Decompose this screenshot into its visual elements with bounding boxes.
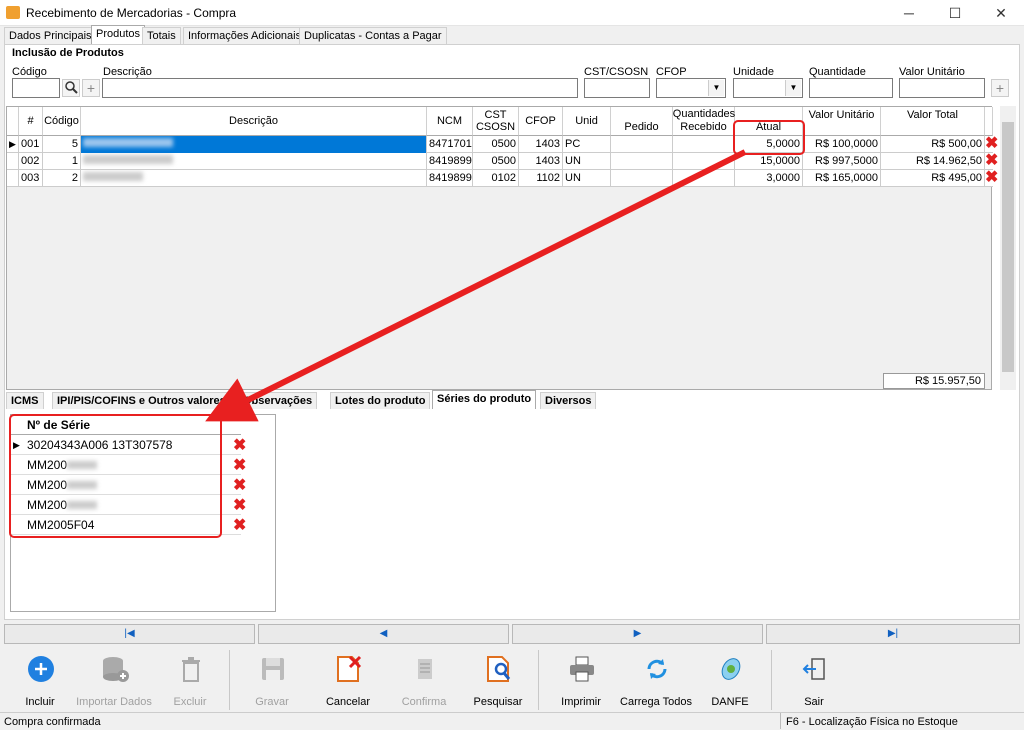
danfe-icon [721,658,741,680]
carrega-todos-button[interactable]: Carrega Todos [618,646,694,712]
cancelar-button[interactable]: Cancelar [310,646,386,712]
trash-icon [182,657,200,682]
toolbar: Incluir Importar Dados Excluir Gravar Ca… [0,646,1024,712]
search-document-icon [487,656,511,682]
printer-icon [570,656,594,682]
first-record-button[interactable]: |◀ [4,624,255,644]
imprimir-button[interactable]: Imprimir [543,646,619,712]
cancel-document-icon [337,655,362,682]
next-record-button[interactable]: ▶ [512,624,763,644]
excluir-button: Excluir [152,646,228,712]
sair-button[interactable]: Sair [776,646,852,712]
confirm-document-icon [418,659,432,679]
refresh-icon [647,659,667,679]
importar-dados-button: Importar Dados [76,646,152,712]
arrow-annotation [205,149,747,422]
confirma-button: Confirma [386,646,462,712]
status-bar: Compra confirmada F6 - Localização Físic… [0,712,1024,729]
save-icon [262,658,284,680]
status-right: F6 - Localização Física no Estoque [786,716,958,728]
prev-record-button[interactable]: ◀ [258,624,509,644]
gravar-button: Gravar [234,646,310,712]
incluir-button[interactable]: Incluir [2,646,78,712]
last-record-button[interactable]: ▶| [766,624,1020,644]
database-add-icon [103,657,129,682]
status-left: Compra confirmada [4,716,101,728]
exit-icon [802,658,825,680]
add-circle-icon [28,656,54,682]
danfe-button[interactable]: DANFE [692,646,768,712]
pesquisar-button[interactable]: Pesquisar [460,646,536,712]
